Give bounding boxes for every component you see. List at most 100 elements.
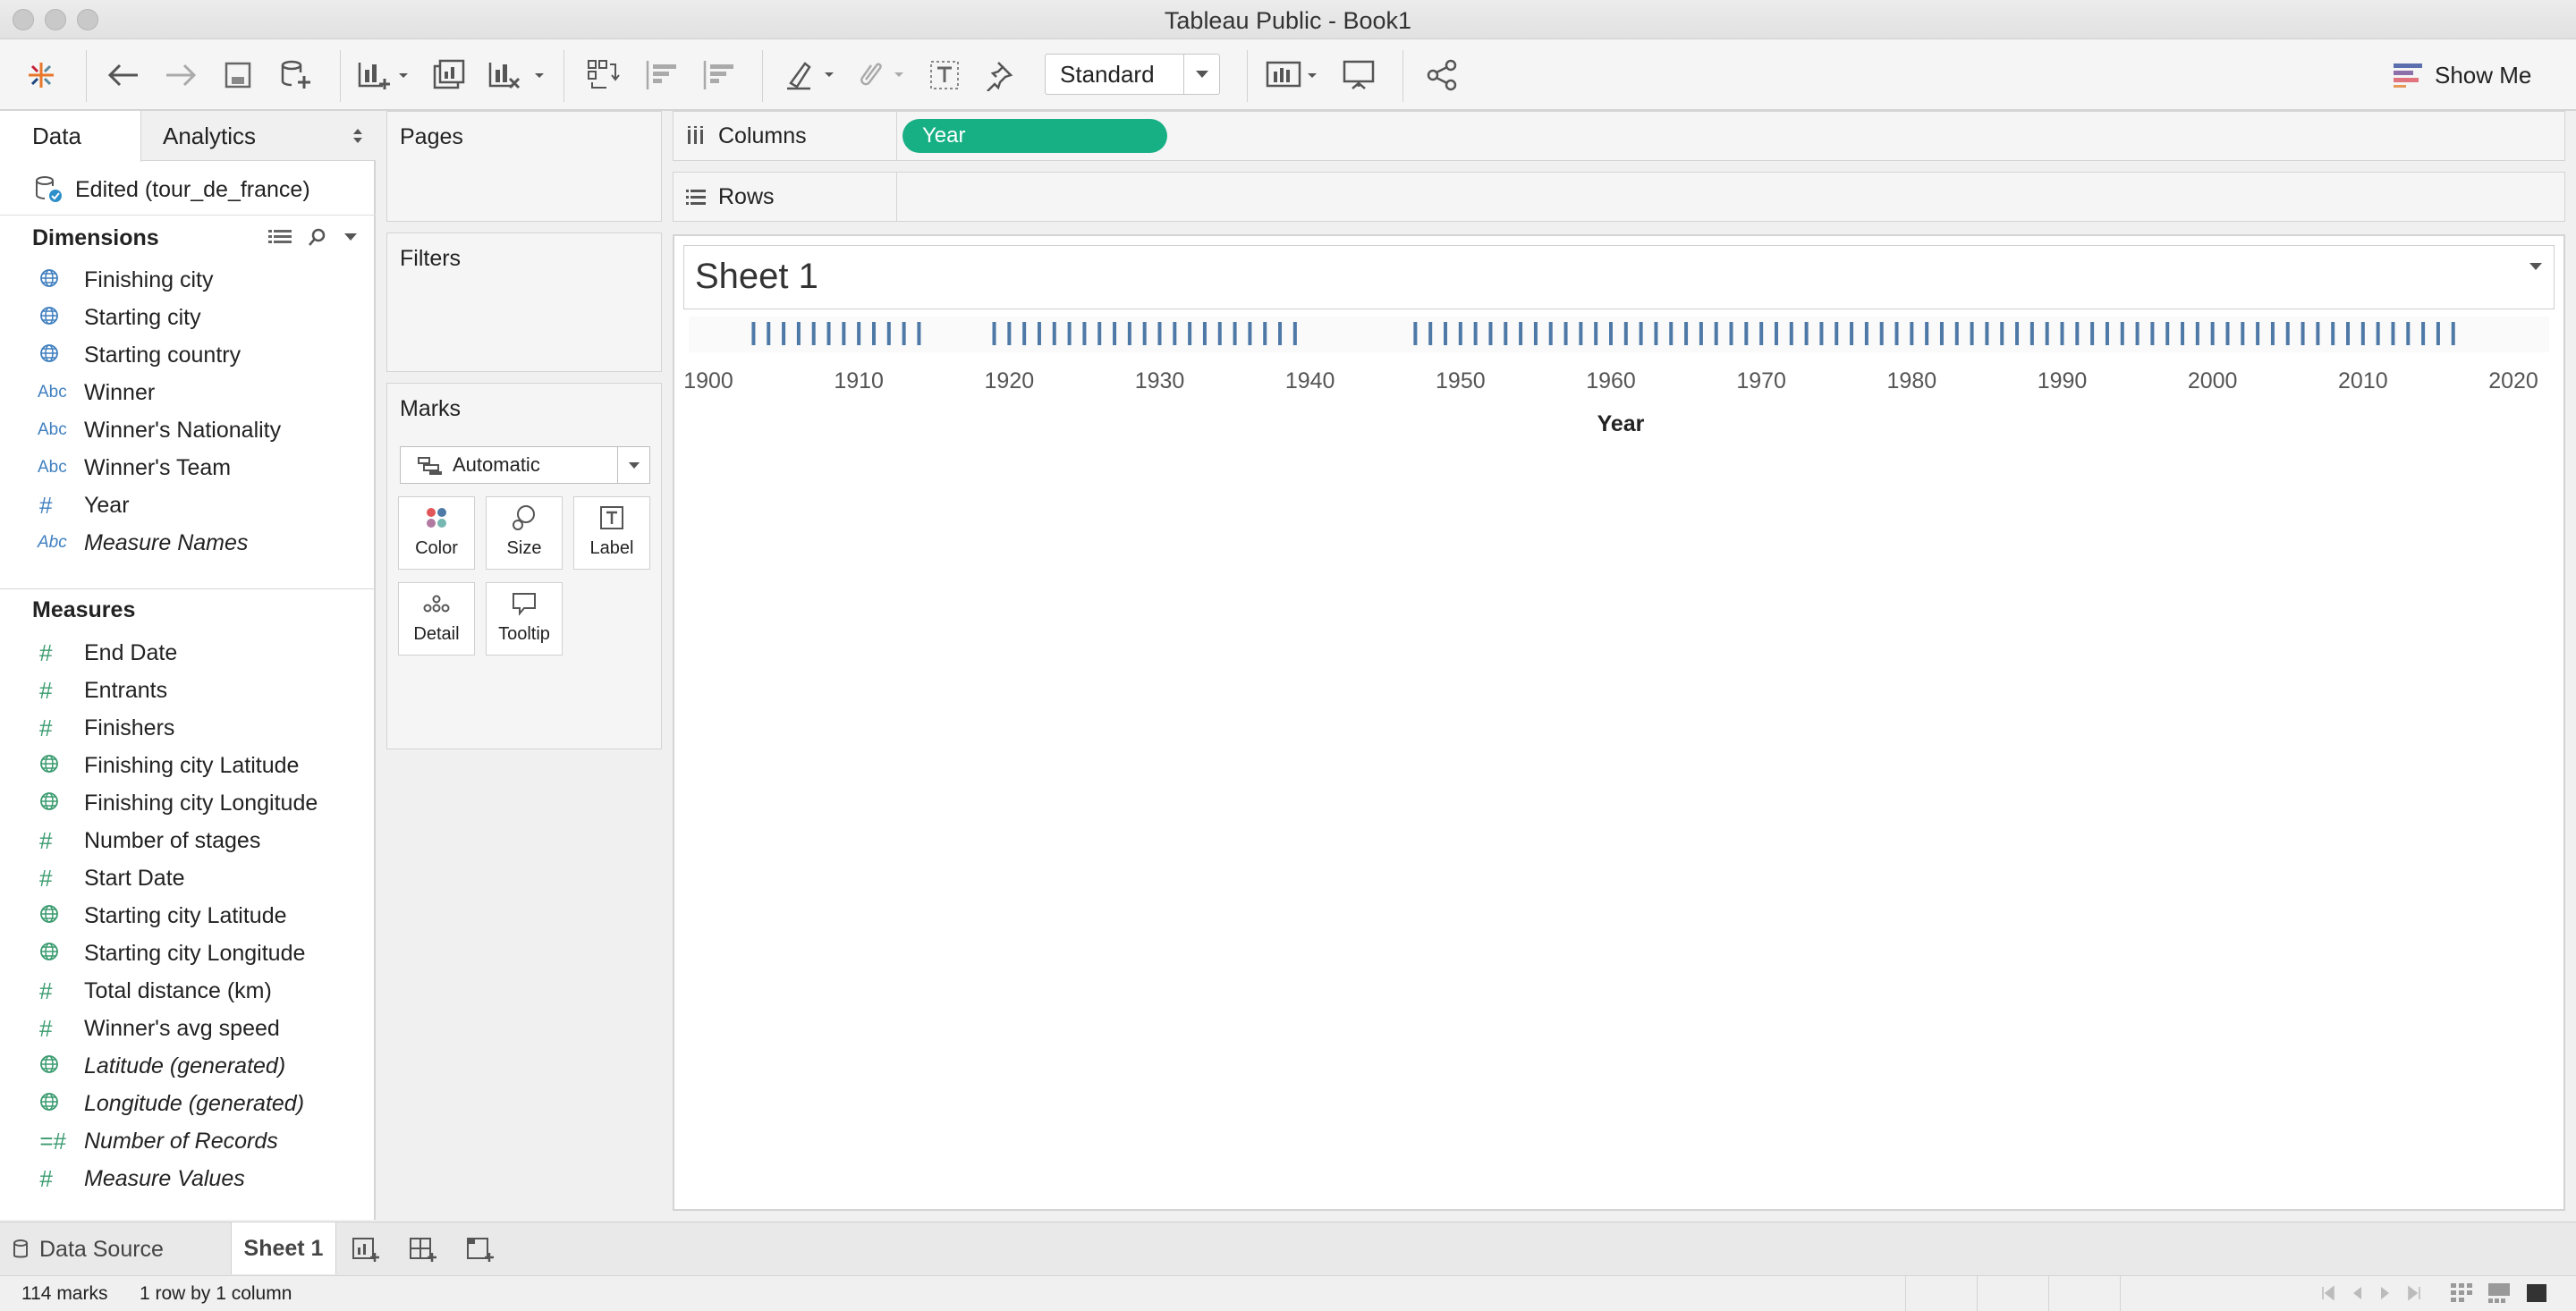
view-size-dropdown[interactable]: Standard — [1045, 54, 1220, 95]
x-tick-label: 1990 — [2038, 368, 2088, 393]
columns-shelf[interactable]: Columns Year — [673, 111, 2565, 161]
field-label: Number of stages — [84, 827, 261, 853]
field-label: Winner — [84, 379, 156, 405]
clear-sheet-icon[interactable] — [487, 55, 546, 95]
first-sheet-icon[interactable] — [2320, 1285, 2336, 1301]
highlight-icon[interactable] — [784, 55, 837, 95]
new-worksheet-icon[interactable] — [356, 55, 410, 95]
measure-field[interactable]: Starting city Latitude — [0, 897, 374, 935]
chevron-down-icon[interactable] — [2529, 262, 2543, 271]
rows-shelf[interactable]: Rows — [673, 172, 2565, 222]
x-tick-label: 2010 — [2338, 368, 2388, 393]
show-cards-icon[interactable] — [1265, 55, 1324, 95]
data-source-tab[interactable]: Data Source — [13, 1222, 164, 1276]
sort-descending-icon[interactable] — [701, 55, 737, 95]
dimension-field[interactable]: Abc Winner's Team — [0, 449, 374, 486]
sheet-sorter-icon[interactable] — [2451, 1283, 2472, 1303]
color-icon — [427, 508, 446, 528]
number-type-icon: # — [39, 1014, 53, 1042]
year-pill[interactable]: Year — [902, 119, 1167, 153]
field-label: Winner's Team — [84, 454, 232, 480]
year-strip-chart: 1900 1910 1920 1930 1940 1950 1960 1970 1980 1990… — [683, 317, 2549, 393]
measure-field[interactable]: =# Number of Records — [0, 1122, 374, 1160]
measure-field[interactable]: # End Date — [0, 634, 374, 672]
globe-icon — [0, 942, 84, 966]
filmstrip-icon[interactable] — [2488, 1283, 2510, 1303]
data-pane: Data Analytics Edited (tour_de_france) D… — [0, 111, 376, 1220]
number-type-icon: # — [39, 977, 53, 1004]
pages-card[interactable]: Pages — [386, 111, 662, 222]
fix-axes-pin-icon[interactable] — [984, 55, 1016, 95]
new-story-icon[interactable] — [465, 1235, 496, 1264]
measure-field[interactable]: Finishing city Latitude — [0, 747, 374, 784]
color-button[interactable]: Color — [398, 496, 475, 570]
mark-type-dropdown[interactable]: Automatic — [400, 446, 650, 484]
number-type-icon: # — [39, 639, 53, 666]
dimension-field[interactable]: Starting city — [0, 299, 374, 336]
field-label: Winner's Nationality — [84, 417, 282, 443]
tooltip-button[interactable]: Tooltip — [486, 582, 563, 656]
measure-field[interactable]: Longitude (generated) — [0, 1085, 374, 1122]
redo-icon[interactable] — [163, 55, 199, 95]
next-sheet-icon[interactable] — [2377, 1285, 2394, 1301]
measure-field[interactable]: # Total distance (km) — [0, 972, 374, 1010]
tab-data[interactable]: Data — [0, 111, 141, 162]
tabs-view-icon[interactable] — [2526, 1283, 2547, 1303]
dimension-field[interactable]: Starting country — [0, 336, 374, 374]
data-source-name: Edited (tour_de_france) — [75, 177, 310, 202]
dimension-field[interactable]: Abc Measure Names — [0, 524, 374, 562]
worksheet-view: Sheet 1 1900 1910 1920 1930 1940 1950 1960 1970… — [673, 234, 2565, 1211]
chevron-down-icon[interactable] — [617, 447, 649, 483]
dimension-field[interactable]: # Year — [0, 486, 374, 524]
size-button[interactable]: Size — [486, 496, 563, 570]
field-label: Finishing city Latitude — [84, 752, 300, 778]
new-worksheet-icon[interactable] — [351, 1235, 381, 1264]
dimension-field[interactable]: Abc Winner's Nationality — [0, 411, 374, 449]
measure-field[interactable]: # Winner's avg speed — [0, 1010, 374, 1047]
measure-field[interactable]: Latitude (generated) — [0, 1047, 374, 1085]
last-sheet-icon[interactable] — [2406, 1285, 2422, 1301]
sheet-title-text: Sheet 1 — [695, 257, 818, 296]
label-button[interactable]: Label — [573, 496, 650, 570]
measure-field[interactable]: # Start Date — [0, 859, 374, 897]
sort-ascending-icon[interactable] — [644, 55, 680, 95]
measure-field[interactable]: # Finishers — [0, 709, 374, 747]
view-as-list-icon[interactable] — [268, 228, 292, 246]
field-label: Year — [84, 492, 130, 518]
measure-field[interactable]: # Entrants — [0, 672, 374, 709]
measure-field[interactable]: # Measure Values — [0, 1160, 374, 1197]
duplicate-sheet-icon[interactable] — [431, 55, 467, 95]
globe-icon — [0, 1092, 84, 1116]
search-icon[interactable] — [308, 227, 327, 247]
new-data-source-icon[interactable] — [279, 55, 313, 95]
x-tick-label: 1900 — [683, 368, 733, 393]
show-me-button[interactable]: Show Me — [2392, 57, 2531, 93]
chevron-down-icon[interactable] — [343, 233, 358, 241]
share-icon[interactable] — [1424, 55, 1460, 95]
show-labels-icon[interactable] — [928, 55, 961, 95]
detail-button[interactable]: Detail — [398, 582, 475, 656]
group-members-icon[interactable] — [853, 55, 907, 95]
save-icon[interactable] — [224, 55, 252, 95]
measure-field[interactable]: Starting city Longitude — [0, 935, 374, 972]
tableau-logo-icon[interactable] — [23, 55, 59, 95]
data-source-item[interactable]: Edited (tour_de_france) — [0, 162, 376, 216]
dimension-field[interactable]: Finishing city — [0, 261, 374, 299]
measure-field[interactable]: Finishing city Longitude — [0, 784, 374, 822]
swap-rows-columns-icon[interactable] — [585, 55, 621, 95]
measure-field[interactable]: # Number of stages — [0, 822, 374, 859]
detail-label: Detail — [413, 624, 460, 644]
undo-icon[interactable] — [106, 55, 141, 95]
marks-count: 114 marks — [21, 1283, 108, 1304]
tab-analytics[interactable]: Analytics — [143, 111, 376, 161]
tab-sheet-1[interactable]: Sheet 1 — [231, 1222, 336, 1274]
chevron-down-icon[interactable] — [1183, 55, 1219, 94]
filters-card[interactable]: Filters — [386, 233, 662, 372]
previous-sheet-icon[interactable] — [2349, 1285, 2365, 1301]
globe-icon — [40, 791, 58, 810]
presentation-mode-icon[interactable] — [1342, 55, 1376, 95]
sheet-title[interactable]: Sheet 1 — [683, 245, 2555, 309]
dimension-field[interactable]: Abc Winner — [0, 374, 374, 411]
new-dashboard-icon[interactable] — [408, 1235, 438, 1264]
rows-label: Rows — [718, 183, 775, 209]
